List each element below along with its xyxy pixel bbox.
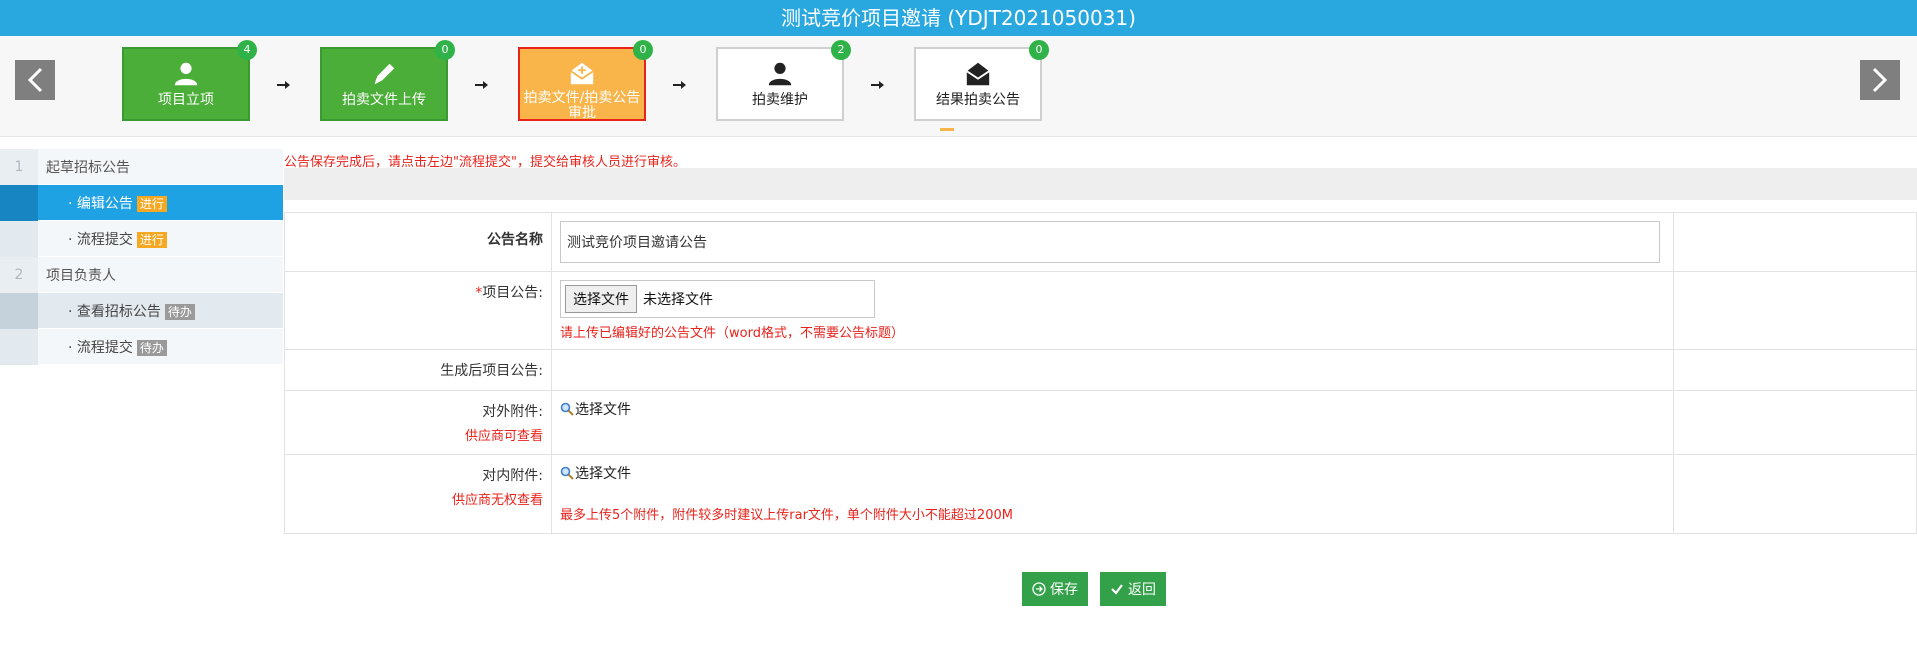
sidebar-group-draft[interactable]: 1 起草招标公告 bbox=[0, 148, 283, 185]
sidebar-group-label: 起草招标公告 bbox=[46, 159, 130, 176]
workflow-sidebar: 1 起草招标公告 · 编辑公告 进行 · 流程提交 进行 2 项目负责人 · 查看招… bbox=[0, 148, 283, 365]
save-button[interactable]: 保存 bbox=[1022, 572, 1088, 606]
save-label: 保存 bbox=[1050, 581, 1078, 597]
next-arrow-button[interactable] bbox=[1860, 60, 1900, 100]
sidebar-item-view-notice[interactable]: · 查看招标公告 待办 bbox=[0, 292, 283, 329]
section-header-bar bbox=[284, 168, 1917, 200]
internal-choose-file-link[interactable]: 选择文件 bbox=[560, 463, 631, 483]
step-count-badge: 0 bbox=[1029, 40, 1049, 60]
file-hint: 请上传已编辑好的公告文件（word格式，不需要公告标题） bbox=[560, 326, 904, 341]
sidebar-group-owner[interactable]: 2 项目负责人 bbox=[0, 256, 283, 293]
envelope-icon bbox=[963, 59, 993, 89]
step-auction-maintenance[interactable]: 2 拍卖维护 bbox=[716, 40, 851, 121]
step-indicator bbox=[940, 128, 954, 131]
step-label: 结果拍卖公告 bbox=[936, 92, 1020, 108]
user-icon bbox=[765, 59, 795, 89]
step-count-badge: 2 bbox=[831, 40, 851, 60]
back-button[interactable]: 返回 bbox=[1100, 572, 1166, 606]
sidebar-item-label: · 流程提交 bbox=[68, 339, 133, 356]
pencil-icon bbox=[369, 59, 399, 89]
step-label: 拍卖文件/拍卖公告审批 bbox=[523, 90, 641, 121]
mail-open-icon bbox=[567, 59, 597, 87]
arrow-right-icon bbox=[475, 81, 488, 89]
arrow-right-icon bbox=[277, 81, 290, 89]
sidebar-group-number: 2 bbox=[0, 256, 38, 293]
internal-attachment-label: 对内附件: bbox=[482, 468, 543, 484]
form-actions: 保存 返回 bbox=[1022, 572, 1166, 606]
file-status: 未选择文件 bbox=[643, 292, 713, 308]
notice-form: 公告名称 *项目公告: 选择文件 未选择文件 请上传已编辑好的公告文件（word… bbox=[284, 212, 1917, 534]
step-label: 拍卖维护 bbox=[752, 92, 808, 108]
step-notice-approval[interactable]: 0 拍卖文件/拍卖公告审批 bbox=[518, 40, 653, 121]
generated-notice-value bbox=[551, 349, 1674, 391]
sidebar-item-label: · 查看招标公告 bbox=[68, 303, 161, 320]
status-badge: 待办 bbox=[136, 339, 167, 356]
step-file-upload[interactable]: 0 拍卖文件上传 bbox=[320, 40, 455, 121]
arrow-circle-icon bbox=[1032, 582, 1046, 596]
status-badge: 待办 bbox=[164, 303, 195, 320]
step-result-notice[interactable]: 0 结果拍卖公告 bbox=[914, 40, 1049, 121]
external-choose-file-link[interactable]: 选择文件 bbox=[560, 399, 631, 419]
chevron-left-icon bbox=[27, 67, 43, 93]
internal-choose-file-label: 选择文件 bbox=[575, 466, 631, 482]
step-count-badge: 4 bbox=[237, 40, 257, 60]
step-label: 拍卖文件上传 bbox=[342, 92, 426, 108]
external-attachment-label: 对外附件: bbox=[482, 404, 543, 420]
sidebar-item-label: · 编辑公告 bbox=[68, 195, 133, 212]
status-badge: 进行 bbox=[136, 195, 167, 212]
sidebar-item-label: · 流程提交 bbox=[68, 231, 133, 248]
arrow-right-icon bbox=[673, 81, 686, 89]
external-choose-file-label: 选择文件 bbox=[575, 402, 631, 418]
search-icon bbox=[560, 402, 574, 416]
status-badge: 进行 bbox=[136, 231, 167, 248]
notice-title-input[interactable] bbox=[560, 221, 1660, 263]
sidebar-item-submit-2[interactable]: · 流程提交 待办 bbox=[0, 328, 283, 365]
back-label: 返回 bbox=[1128, 581, 1156, 597]
internal-attachment-note: 供应商无权查看 bbox=[451, 493, 543, 508]
sidebar-group-number: 1 bbox=[0, 148, 38, 185]
prev-arrow-button[interactable] bbox=[15, 60, 55, 100]
step-count-badge: 0 bbox=[633, 40, 653, 60]
title-label: 公告名称 bbox=[284, 212, 552, 272]
file-picker: 选择文件 未选择文件 bbox=[560, 280, 875, 318]
chevron-right-icon bbox=[1872, 67, 1888, 93]
arrow-right-icon bbox=[871, 81, 884, 89]
search-icon bbox=[560, 466, 574, 480]
step-label: 项目立项 bbox=[158, 92, 214, 108]
user-icon bbox=[171, 59, 201, 89]
sidebar-item-edit-notice[interactable]: · 编辑公告 进行 bbox=[0, 184, 283, 221]
generated-notice-label: 生成后项目公告: bbox=[284, 349, 552, 391]
sidebar-group-label: 项目负责人 bbox=[46, 267, 116, 284]
window-title: 测试竞价项目邀请 (YDJT2021050031) bbox=[0, 0, 1917, 36]
project-notice-label: 项目公告: bbox=[482, 285, 543, 301]
step-count-badge: 0 bbox=[435, 40, 455, 60]
attachment-limit-hint: 最多上传5个附件，附件较多时建议上传rar文件，单个附件大小不能超过200M bbox=[560, 508, 1013, 523]
sidebar-item-submit-1[interactable]: · 流程提交 进行 bbox=[0, 220, 283, 257]
progress-steps: 4 项目立项 0 拍卖文件上传 0 拍卖文件/拍卖公告审批 2 拍卖维护 0 结… bbox=[0, 36, 1917, 137]
external-attachment-note: 供应商可查看 bbox=[464, 429, 543, 444]
choose-file-button[interactable]: 选择文件 bbox=[565, 285, 637, 313]
check-icon bbox=[1111, 584, 1123, 595]
step-project-approval[interactable]: 4 项目立项 bbox=[122, 40, 257, 121]
